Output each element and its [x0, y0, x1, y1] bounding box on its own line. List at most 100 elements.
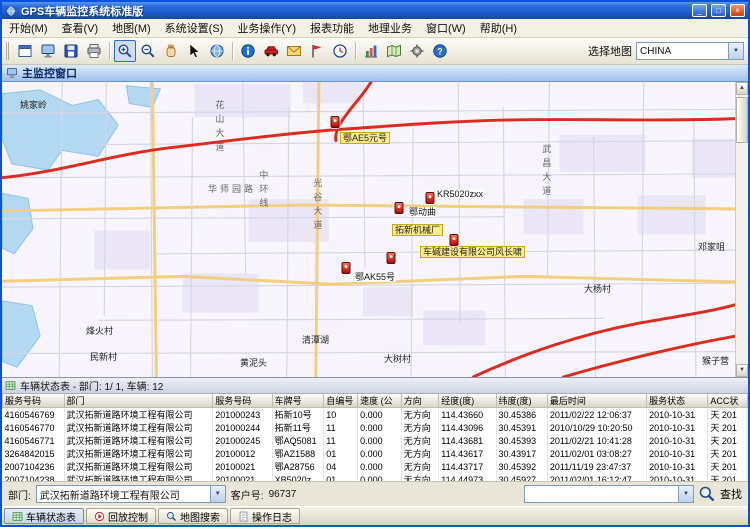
table-cell: 2010-10-31: [647, 408, 708, 422]
scroll-track[interactable]: [736, 95, 748, 364]
full-extent-button[interactable]: [206, 40, 228, 62]
title-bar[interactable]: GPS车辆监控系统标准版 _ □ ×: [2, 2, 748, 19]
column-header[interactable]: 经度(度): [439, 394, 496, 408]
close-button[interactable]: ×: [730, 4, 745, 17]
log-icon: [238, 511, 249, 522]
maximize-button[interactable]: □: [711, 4, 726, 17]
table-row[interactable]: 2007104238武汉拓新道路环境工程有限公司20100021XB5020z0…: [3, 473, 748, 481]
table-cell: 武汉拓新道路环境工程有限公司: [64, 447, 213, 460]
table-panel-title: 车辆状态表 - 部门: 1/ 1, 车辆: 12: [20, 378, 163, 393]
menu-bar: 开始(M)查看(V)地图(M)系统设置(S)业务操作(Y)报表功能地理业务窗口(…: [2, 19, 748, 38]
menu-item[interactable]: 报表功能: [303, 19, 361, 37]
scroll-up-icon[interactable]: ▲: [736, 82, 748, 95]
status-tab-2[interactable]: 回放控制: [86, 508, 156, 524]
scroll-down-icon[interactable]: ▼: [736, 364, 748, 377]
new-window-button[interactable]: [14, 40, 36, 62]
chevron-down-icon[interactable]: ▼: [728, 43, 743, 59]
map-tool-button[interactable]: [383, 40, 405, 62]
map-select[interactable]: CHINA ▼: [636, 42, 744, 60]
table-cell: 114.43660: [439, 408, 496, 422]
help-button[interactable]: [429, 40, 451, 62]
menu-item[interactable]: 地理业务: [361, 19, 419, 37]
status-tab-4[interactable]: 操作日志: [230, 508, 300, 524]
column-header[interactable]: 最后时间: [547, 394, 646, 408]
vehicle-marker[interactable]: [395, 202, 404, 214]
toolbar-separator: [232, 42, 233, 60]
status-tab-label: 车辆状态表: [26, 509, 76, 524]
vehicle-marker[interactable]: [331, 116, 340, 128]
print-button[interactable]: [83, 40, 105, 62]
table-row[interactable]: 3264842015武汉拓新道路环境工程有限公司20100012鄂AZ15880…: [3, 447, 748, 460]
table-cell: 201000243: [213, 408, 272, 422]
search-icon[interactable]: [698, 485, 716, 503]
search-combo[interactable]: ▼: [524, 485, 694, 503]
menu-item[interactable]: 地图(M): [105, 19, 158, 37]
pan-button[interactable]: [160, 40, 182, 62]
app-icon: [5, 5, 17, 17]
chevron-down-icon[interactable]: ▼: [210, 486, 225, 502]
hand-icon: [163, 43, 179, 59]
flag-button[interactable]: [306, 40, 328, 62]
column-header[interactable]: 部门: [64, 394, 213, 408]
column-header[interactable]: 方向: [401, 394, 439, 408]
menu-item[interactable]: 业务操作(Y): [230, 19, 303, 37]
menu-item[interactable]: 开始(M): [2, 19, 55, 37]
table-cell: 114.43096: [439, 421, 496, 434]
table-row[interactable]: 4160546770武汉拓新道路环境工程有限公司201000244拓新11号11…: [3, 421, 748, 434]
info-button[interactable]: [237, 40, 259, 62]
dept-select[interactable]: 武汉拓新道路环境工程有限公司 ▼: [36, 485, 226, 503]
table-cell: 30.45392: [496, 460, 547, 473]
column-header[interactable]: 服务状态: [647, 394, 708, 408]
vehicle-marker[interactable]: [342, 262, 351, 274]
vehicle-table-container[interactable]: 服务号码部门服务号码车牌号自编号速度 (公方向经度(度)纬度(度)最后时间服务状…: [2, 394, 748, 481]
menu-item[interactable]: 窗口(W): [419, 19, 473, 37]
scroll-thumb[interactable]: [736, 97, 748, 143]
history-button[interactable]: [329, 40, 351, 62]
table-cell: 30.45393: [496, 434, 547, 447]
menu-item[interactable]: 帮助(H): [473, 19, 524, 37]
vehicle-button[interactable]: [260, 40, 282, 62]
select-button[interactable]: [183, 40, 205, 62]
monitor-button[interactable]: [37, 40, 59, 62]
minimize-button[interactable]: _: [692, 4, 707, 17]
status-tab-1[interactable]: 车辆状态表: [4, 508, 84, 524]
menu-item[interactable]: 查看(V): [55, 19, 106, 37]
column-header[interactable]: 服务号码: [3, 394, 65, 408]
find-button[interactable]: 查找: [720, 486, 742, 502]
message-button[interactable]: [283, 40, 305, 62]
column-header[interactable]: 服务号码: [213, 394, 272, 408]
map-view[interactable]: 姚家岭烽火村民新村黄泥头清潭湖大树村大杨村邓家咀猴子营花山大道中环线光谷大道武昌…: [2, 82, 748, 377]
save-button[interactable]: [60, 40, 82, 62]
toolbar: 选择地图 CHINA ▼: [2, 38, 748, 65]
column-header[interactable]: 车牌号: [272, 394, 324, 408]
menu-item[interactable]: 系统设置(S): [158, 19, 231, 37]
search-input[interactable]: [528, 487, 678, 502]
settings-button[interactable]: [406, 40, 428, 62]
table-cell: 11: [324, 434, 358, 447]
column-header[interactable]: 纬度(度): [496, 394, 547, 408]
table-cell: 0.000: [358, 434, 402, 447]
column-header[interactable]: ACC状: [708, 394, 748, 408]
column-header[interactable]: 自编号: [324, 394, 358, 408]
status-tab-3[interactable]: 地图搜索: [158, 508, 228, 524]
vehicle-marker[interactable]: [426, 192, 435, 204]
toolbar-grip[interactable]: [6, 42, 10, 60]
vehicle-marker[interactable]: [450, 234, 459, 246]
table-row[interactable]: 2007104236武汉拓新道路环境工程有限公司20100021鄂A287560…: [3, 460, 748, 473]
report-button[interactable]: [360, 40, 382, 62]
gear-icon: [409, 43, 425, 59]
table-row[interactable]: 4160546769武汉拓新道路环境工程有限公司201000243拓新10号10…: [3, 408, 748, 422]
zoom-in-button[interactable]: [114, 40, 136, 62]
table-row[interactable]: 4160546771武汉拓新道路环境工程有限公司201000245鄂AQ5081…: [3, 434, 748, 447]
chevron-down-icon[interactable]: ▼: [678, 486, 693, 502]
table-cell: 2011/02/01 03:08:27: [547, 447, 646, 460]
column-header[interactable]: 速度 (公: [358, 394, 402, 408]
vehicle-marker[interactable]: [387, 252, 396, 264]
table-cell: 无方向: [401, 421, 439, 434]
table-cell: 2011/02/01 16:12:47: [547, 473, 646, 481]
zoom-out-button[interactable]: [137, 40, 159, 62]
print-icon: [86, 43, 102, 59]
map-scrollbar[interactable]: ▲ ▼: [735, 82, 748, 377]
table-icon: [5, 380, 16, 391]
table-cell: 天 201: [708, 473, 748, 481]
